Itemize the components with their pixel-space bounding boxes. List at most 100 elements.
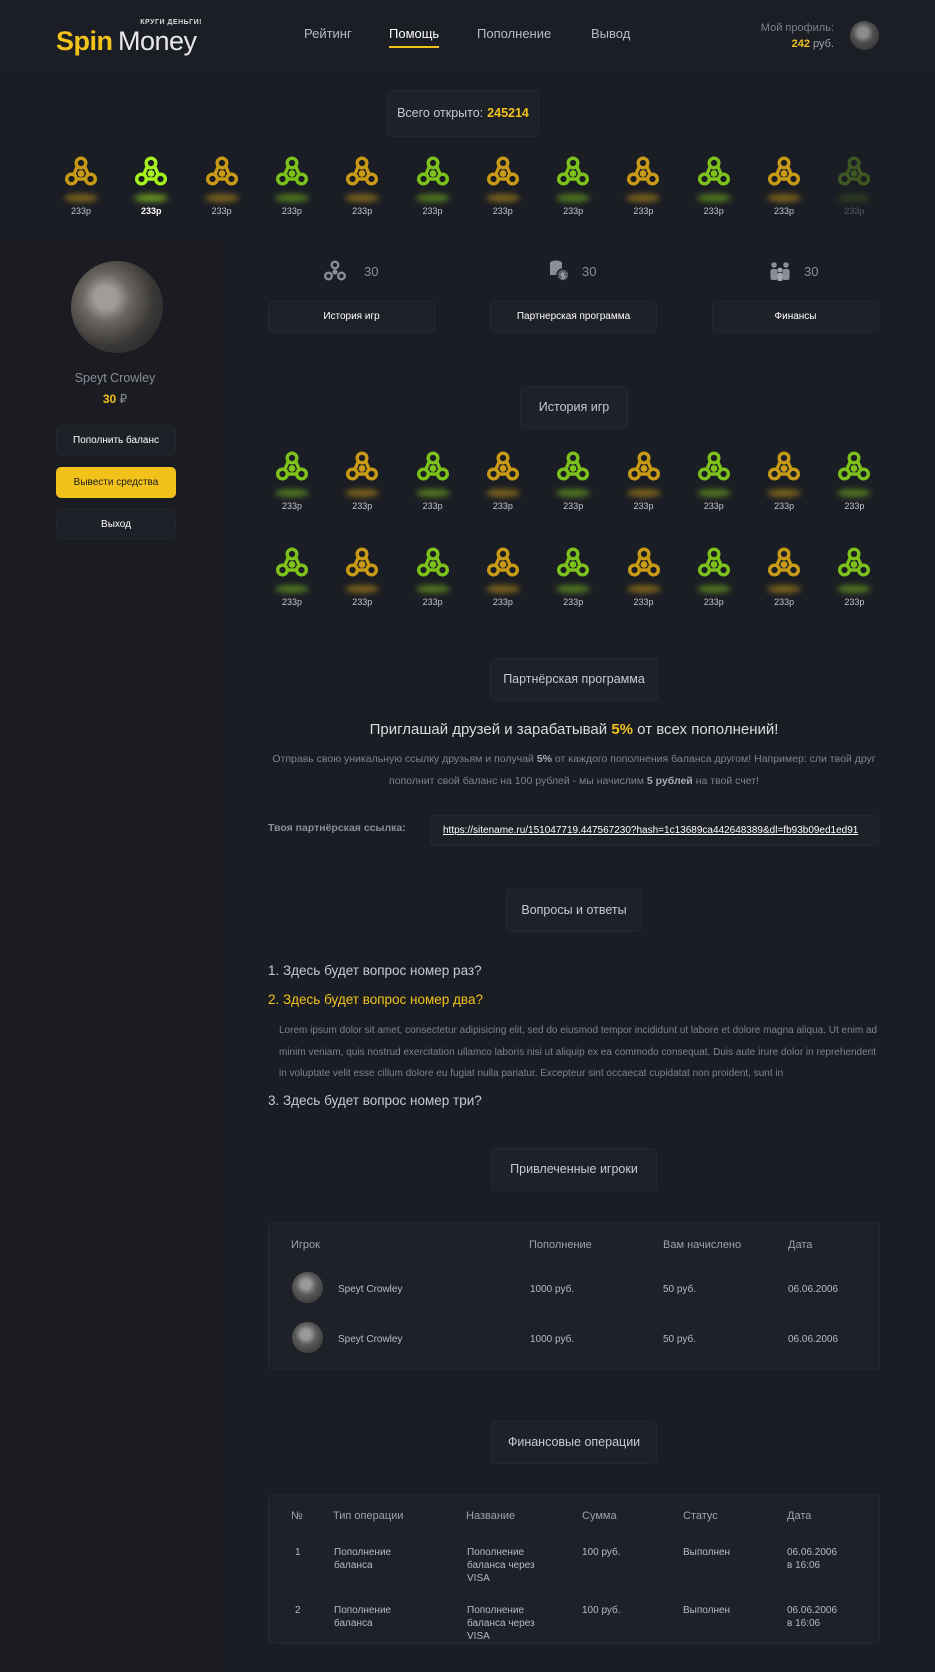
spinner-tile[interactable]: 233р: [619, 546, 669, 616]
nav-rating[interactable]: Рейтинг: [304, 26, 352, 41]
logo[interactable]: КРУГИ ДЕНЬГИ! Spin Money: [56, 16, 206, 56]
players-col-credited: Вам начислено: [663, 1239, 742, 1251]
finance-name-line: Пополнение: [467, 1605, 525, 1616]
spinner-icon: [416, 451, 449, 481]
spinner-price: 233р: [844, 501, 865, 511]
players-col-topup: Пополнение: [529, 1239, 592, 1251]
spinner-tile[interactable]: 233р: [408, 546, 458, 616]
nav-topup[interactable]: Пополнение: [477, 26, 551, 41]
spinner-price: 233р: [281, 206, 302, 216]
spinner-tile[interactable]: 233р: [56, 155, 106, 225]
spinner-icon: [627, 547, 660, 577]
faq-title: Вопросы и ответы: [506, 889, 642, 932]
counter-value: 245214: [487, 106, 529, 120]
spinner-tile[interactable]: 233р: [548, 450, 598, 520]
spinner-tile[interactable]: 233р: [829, 450, 879, 520]
player-avatar: [292, 1272, 323, 1303]
faq-question-1[interactable]: 1. Здесь будет вопрос номер раз?: [268, 963, 482, 978]
spinner-icon: [205, 156, 238, 186]
finances-count: 30: [804, 264, 819, 279]
spinner-tile[interactable]: 233р: [548, 155, 598, 225]
header: КРУГИ ДЕНЬГИ! Spin Money Рейтинг Помощь …: [0, 0, 935, 70]
spinner-glow: [837, 194, 872, 202]
finance-type: Пополнение баланса: [334, 1604, 391, 1630]
spinner-price: 233р: [141, 206, 162, 216]
spinner-tile[interactable]: 233р: [829, 546, 879, 616]
spinner-tile[interactable]: 233р: [408, 450, 458, 520]
spinner-tile[interactable]: 233р: [759, 450, 809, 520]
header-avatar[interactable]: [850, 21, 879, 50]
profile-avatar: [71, 261, 163, 353]
spinner-glow: [274, 194, 309, 202]
invite-headline: Приглашай друзей и зарабатывай 5% от все…: [268, 721, 880, 738]
spinner-tile[interactable]: 233р: [829, 155, 879, 225]
spinner-price: 233р: [563, 206, 584, 216]
withdraw-button[interactable]: Вывести средства: [56, 467, 176, 498]
finance-number: 2: [295, 1605, 301, 1616]
desc-percent: 5%: [536, 753, 553, 765]
player-topup: 1000 руб.: [530, 1284, 575, 1295]
finance-date-line: 06.06.2006: [787, 1547, 838, 1558]
spinner-price: 233р: [422, 501, 443, 511]
spinner-price: 233р: [422, 206, 443, 216]
spinner-tile[interactable]: 233р: [197, 155, 247, 225]
tab-finances[interactable]: Финансы: [712, 301, 879, 333]
spinner-tile[interactable]: 233р: [337, 546, 387, 616]
finance-type-line: Пополнение: [334, 1605, 392, 1616]
spinner-price: 233р: [492, 597, 513, 607]
spinner-icon: [838, 547, 871, 577]
referral-link-field[interactable]: https://sitename.ru/151047719.447567230?…: [430, 815, 879, 846]
spinner-tile[interactable]: 233р: [267, 546, 317, 616]
spinner-tile[interactable]: 233р: [759, 546, 809, 616]
finance-col-number: №: [291, 1510, 303, 1522]
spinner-tile[interactable]: 233р: [337, 450, 387, 520]
spinner-tile[interactable]: 233р: [689, 546, 739, 616]
finance-date: 06.06.2006 в 16:06: [787, 1546, 837, 1572]
spinner-tile[interactable]: 233р: [126, 155, 176, 225]
spinner-price: 233р: [70, 206, 92, 216]
spinner-glow: [556, 585, 591, 593]
spinner-tile[interactable]: 233р: [267, 450, 317, 520]
spinner-icon: [557, 451, 590, 481]
spinner-tile[interactable]: 233р: [759, 155, 809, 225]
topup-button[interactable]: Пополнить баланс: [56, 425, 176, 456]
spinner-tile[interactable]: 233р: [478, 546, 528, 616]
spinner-glow: [837, 585, 872, 593]
spinner-tile[interactable]: 233р: [337, 155, 387, 225]
finance-col-sum: Сумма: [582, 1510, 617, 1522]
tab-games-history[interactable]: История игр: [268, 301, 435, 333]
history-title: История игр: [520, 386, 628, 429]
profile-label[interactable]: Мой профиль:: [761, 22, 834, 34]
finance-status: Выполнен: [683, 1547, 731, 1558]
spinner-price: 233р: [281, 597, 303, 607]
faq-question-2[interactable]: 2. Здесь будет вопрос номер два?: [268, 992, 483, 1007]
finance-type: Пополнение баланса: [334, 1546, 391, 1572]
finance-date: 06.06.2006 в 16:06: [787, 1604, 837, 1630]
spinner-tile[interactable]: 233р: [548, 546, 598, 616]
spinner-tile[interactable]: 233р: [408, 155, 458, 225]
games-count: 30: [364, 264, 379, 279]
spinner-price: 233р: [703, 597, 724, 607]
players-col-player: Игрок: [291, 1239, 320, 1251]
logout-button[interactable]: Выход: [56, 509, 176, 540]
spinner-tile[interactable]: 233р: [478, 155, 528, 225]
finance-col-status: Статус: [683, 1510, 718, 1522]
spinner-tile[interactable]: 233р: [618, 155, 668, 225]
spinner-glow: [134, 194, 169, 202]
spinner-tile[interactable]: 233р: [689, 155, 739, 225]
tab-partner-program[interactable]: Партнерская программа: [490, 301, 657, 333]
spinner-tile[interactable]: 233р: [267, 155, 317, 225]
spinner-icon: [486, 547, 519, 577]
faq-question-3[interactable]: 3. Здесь будет вопрос номер три?: [268, 1093, 482, 1108]
spinner-icon: [346, 451, 379, 481]
spinner-tile[interactable]: 233р: [619, 450, 669, 520]
spinner-glow: [275, 489, 309, 497]
nav-withdraw[interactable]: Вывод: [591, 26, 630, 41]
player-topup: 1000 руб.: [530, 1334, 575, 1345]
spinner-price: 233р: [492, 206, 513, 216]
spinner-tile[interactable]: 233р: [478, 450, 528, 520]
finance-sum: 100 руб.: [582, 1605, 621, 1616]
spinner-tile[interactable]: 233р: [689, 450, 739, 520]
nav-help[interactable]: Помощь: [389, 26, 440, 48]
player-date: 06.06.2006: [788, 1284, 839, 1295]
